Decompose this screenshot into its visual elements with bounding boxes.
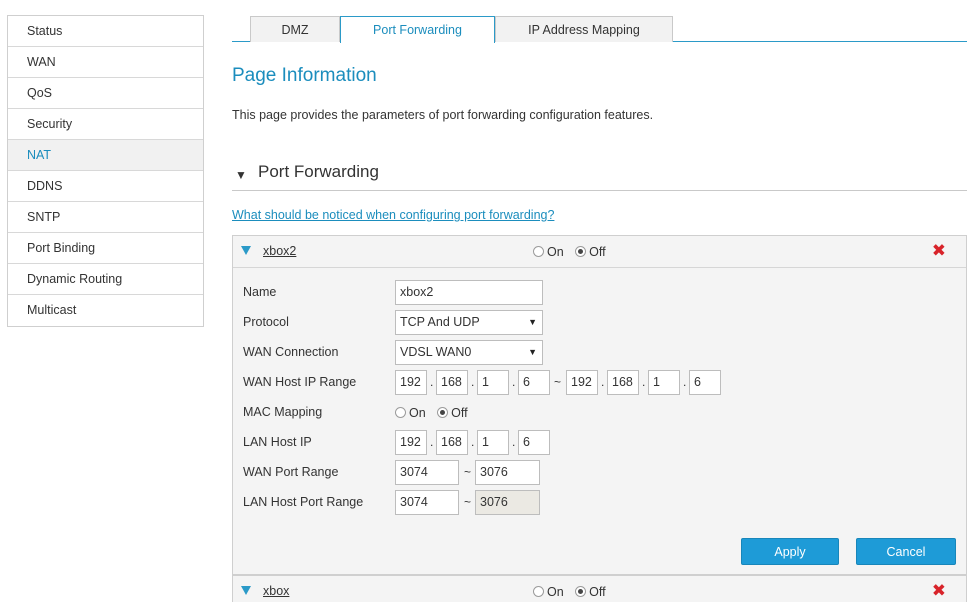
page-description: This page provides the parameters of por… (232, 108, 654, 122)
ip-dot: . (471, 375, 475, 389)
wan-host-ip-range-row: WAN Host IP Range 192 . 168 . 1 . 6 ~ 19… (243, 370, 953, 396)
lan-host-ip-row: LAN Host IP 192 . 168 . 1 . 6 (243, 430, 943, 456)
ip-dot: . (601, 375, 605, 389)
mac-mapping-off-radio[interactable] (437, 407, 449, 418)
caret-down-icon: ▼ (528, 347, 537, 357)
ip-dot: . (471, 435, 475, 449)
radio-off-label: Off (589, 245, 606, 259)
rule-off-radio[interactable] (575, 586, 587, 597)
sidebar-item-nat[interactable]: NAT (8, 140, 203, 171)
mac-mapping-radios: On Off (395, 406, 468, 420)
rule-name-link[interactable]: xbox2 (263, 244, 296, 258)
lan-host-port-range-label: LAN Host Port Range (243, 495, 364, 509)
range-tilde: ~ (464, 495, 472, 509)
rule-header: xbox2 On Off ✖ (233, 236, 966, 268)
lan-port-end-readonly: 3076 (475, 490, 540, 515)
rule-enable-radios: On Off (533, 585, 606, 599)
lan-host-port-range-row: LAN Host Port Range 3074 ~ 3076 (243, 490, 943, 516)
delete-icon[interactable]: ✖ (932, 241, 946, 261)
wan-connection-select[interactable]: VDSL WAN0 ▼ (395, 340, 543, 365)
sidebar-item-port-binding[interactable]: Port Binding (8, 233, 203, 264)
rule-panel: xbox On Off ✖ (232, 575, 967, 602)
lan-ip-octet-4[interactable]: 6 (518, 430, 550, 455)
ip-dot: . (683, 375, 687, 389)
wan-ip-start-octet-2[interactable]: 168 (436, 370, 468, 395)
rule-on-radio[interactable] (533, 586, 544, 597)
radio-on-label: On (547, 245, 564, 259)
ip-dot: . (430, 375, 434, 389)
radio-on-label: On (547, 585, 564, 599)
notice-help-link[interactable]: What should be noticed when configuring … (232, 208, 554, 222)
sidebar-item-qos[interactable]: QoS (8, 78, 203, 109)
tab-ip-address-mapping[interactable]: IP Address Mapping (495, 16, 673, 42)
wan-port-range-row: WAN Port Range 3074 ~ 3076 (243, 460, 943, 486)
ip-dot: . (512, 375, 516, 389)
protocol-select[interactable]: TCP And UDP ▼ (395, 310, 543, 335)
cancel-button[interactable]: Cancel (856, 538, 956, 565)
caret-down-icon: ▼ (528, 317, 537, 327)
expand-triangle-icon[interactable] (241, 586, 251, 595)
sidebar-item-ddns[interactable]: DDNS (8, 171, 203, 202)
expand-triangle-icon[interactable] (241, 246, 251, 255)
tab-bar: DMZ Port Forwarding IP Address Mapping (232, 16, 967, 43)
wan-ip-end-octet-1[interactable]: 192 (566, 370, 598, 395)
sidebar-item-dynamic-routing[interactable]: Dynamic Routing (8, 264, 203, 295)
section-header[interactable]: ▼ Port Forwarding (232, 160, 967, 191)
apply-button[interactable]: Apply (741, 538, 839, 565)
name-label: Name (243, 285, 277, 299)
range-tilde: ~ (554, 375, 562, 389)
rule-enable-radios: On Off (533, 245, 606, 259)
ip-dot: . (512, 435, 516, 449)
tab-port-forwarding[interactable]: Port Forwarding (340, 16, 495, 43)
tab-dmz[interactable]: DMZ (250, 16, 340, 42)
mac-mapping-on-radio[interactable] (395, 407, 406, 418)
rule-name-link[interactable]: xbox (263, 584, 289, 598)
sidebar-item-status[interactable]: Status (8, 16, 203, 47)
wan-ip-start-octet-1[interactable]: 192 (395, 370, 427, 395)
wan-connection-row: WAN Connection VDSL WAN0 ▼ (243, 340, 943, 366)
wan-ip-start-octet-3[interactable]: 1 (477, 370, 509, 395)
page-title: Page Information (232, 65, 377, 86)
radio-off-label: Off (589, 585, 606, 599)
name-input[interactable]: xbox2 (395, 280, 543, 305)
sidebar-item-multicast[interactable]: Multicast (8, 295, 203, 326)
sidebar-item-sntp[interactable]: SNTP (8, 202, 203, 233)
sidebar-item-wan[interactable]: WAN (8, 47, 203, 78)
lan-ip-octet-3[interactable]: 1 (477, 430, 509, 455)
rule-header: xbox On Off ✖ (233, 576, 966, 602)
ip-dot: . (430, 435, 434, 449)
wan-connection-label: WAN Connection (243, 345, 339, 359)
delete-icon[interactable]: ✖ (932, 581, 946, 601)
protocol-label: Protocol (243, 315, 289, 329)
protocol-row: Protocol TCP And UDP ▼ (243, 310, 943, 336)
name-row: Name xbox2 (243, 280, 943, 306)
mac-mapping-row: MAC Mapping On Off (243, 400, 943, 426)
mac-mapping-label: MAC Mapping (243, 405, 323, 419)
wan-port-range-label: WAN Port Range (243, 465, 339, 479)
wan-ip-end-octet-3[interactable]: 1 (648, 370, 680, 395)
lan-port-start-input[interactable]: 3074 (395, 490, 459, 515)
section-title: Port Forwarding (258, 162, 379, 181)
rule-panel: xbox2 On Off ✖ Name xbox2 Protocol TCP A… (232, 235, 967, 575)
sidebar-nav: Status WAN QoS Security NAT DDNS SNTP Po… (7, 15, 204, 327)
rule-off-radio[interactable] (575, 246, 587, 257)
lan-ip-octet-1[interactable]: 192 (395, 430, 427, 455)
radio-off-label: Off (451, 406, 468, 420)
rule-on-radio[interactable] (533, 246, 544, 257)
wan-port-end-input[interactable]: 3076 (475, 460, 540, 485)
protocol-selected-value: TCP And UDP (400, 315, 480, 329)
ip-dot: . (642, 375, 646, 389)
lan-ip-octet-2[interactable]: 168 (436, 430, 468, 455)
wan-port-start-input[interactable]: 3074 (395, 460, 459, 485)
lan-host-ip-label: LAN Host IP (243, 435, 312, 449)
wan-ip-start-octet-4[interactable]: 6 (518, 370, 550, 395)
range-tilde: ~ (464, 465, 472, 479)
triangle-down-icon: ▼ (235, 168, 247, 182)
wan-ip-end-octet-2[interactable]: 168 (607, 370, 639, 395)
sidebar-item-security[interactable]: Security (8, 109, 203, 140)
radio-on-label: On (409, 406, 426, 420)
wan-ip-end-octet-4[interactable]: 6 (689, 370, 721, 395)
wan-connection-selected-value: VDSL WAN0 (400, 345, 472, 359)
wan-host-ip-range-label: WAN Host IP Range (243, 375, 357, 389)
